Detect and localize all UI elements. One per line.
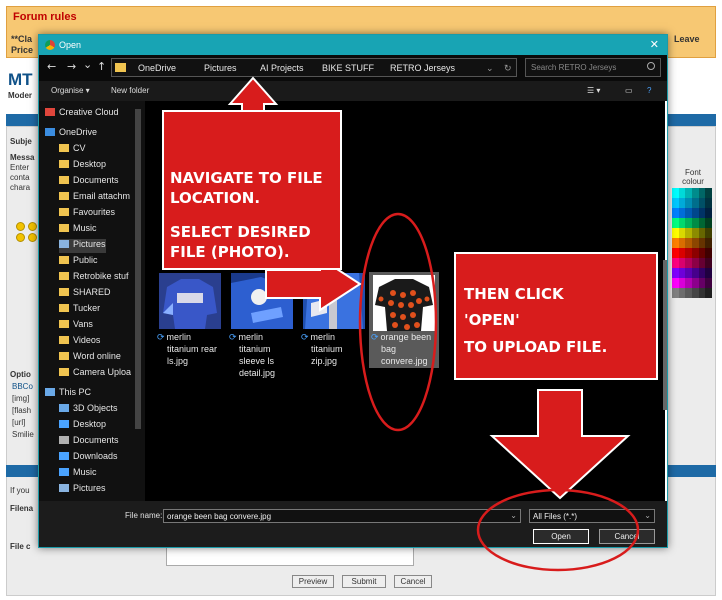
callout-line: NAVIGATE TO FILE [170, 169, 323, 187]
callout-line: LOCATION. [170, 189, 261, 207]
open-callout: THEN CLICK 'OPEN' TO UPLOAD FILE. [454, 252, 658, 380]
navigate-callout: NAVIGATE TO FILE LOCATION. SELECT DESIRE… [162, 110, 342, 270]
open-ellipse-annotation [476, 488, 640, 572]
callout-line: THEN CLICK [464, 285, 564, 303]
callout-line: SELECT DESIRED [170, 223, 311, 241]
callout-line: TO UPLOAD FILE. [464, 338, 608, 356]
callout-line: 'OPEN' [464, 311, 520, 329]
up-arrow-annotation [227, 76, 279, 113]
callout-line: FILE (PHOTO). [170, 243, 290, 261]
down-arrow-annotation [489, 389, 631, 500]
file-ellipse-annotation [358, 212, 438, 432]
